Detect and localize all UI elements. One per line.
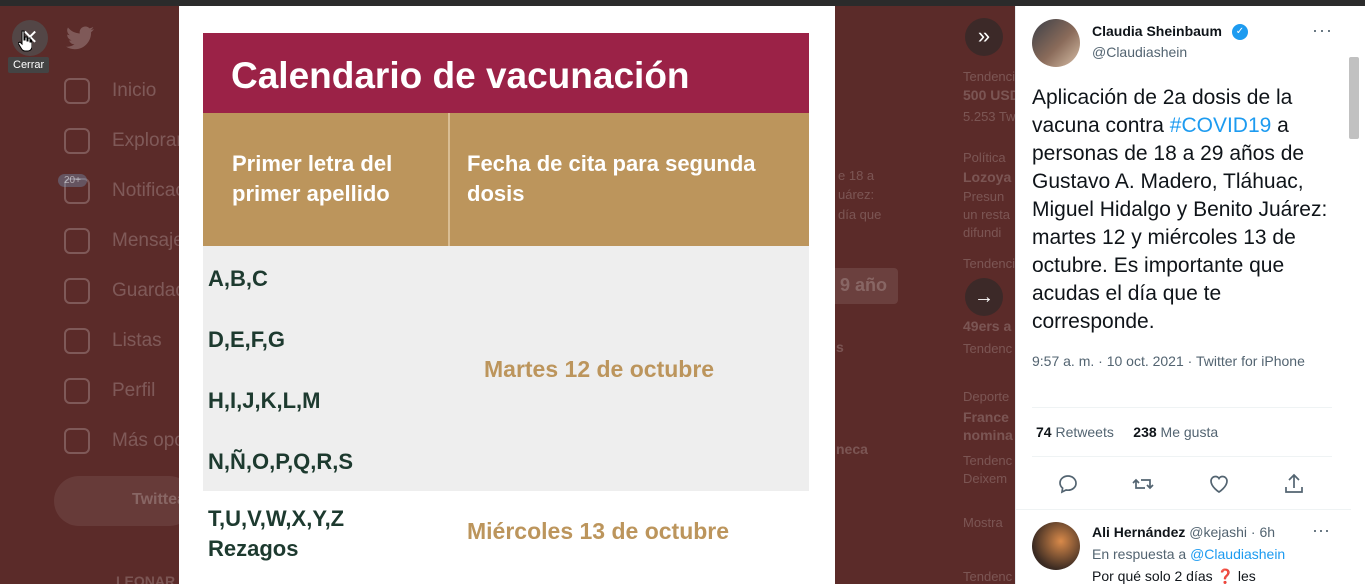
divider: [1032, 407, 1332, 408]
trend-sub: Presun un resta difundi: [963, 189, 1010, 240]
likes-count: 238: [1133, 424, 1157, 440]
bookmark-icon: [64, 278, 90, 304]
nav-label: Listas: [112, 330, 162, 351]
reply-text-part: Por qué solo 2 días: [1092, 568, 1217, 584]
letter-group: N,Ñ,O,P,Q,R,S: [208, 449, 354, 474]
twitter-logo-icon: [66, 26, 94, 50]
trend-category: Deporte: [963, 389, 1010, 404]
trend-sub: 5.253 Tw: [963, 109, 1015, 124]
nav-item-profile[interactable]: Perfil: [64, 378, 155, 404]
like-heart-icon[interactable]: [1207, 472, 1231, 496]
reply-more-options-icon[interactable]: ···: [1312, 520, 1330, 541]
nav-label: Explorar: [112, 130, 183, 151]
letter-group: A,B,C: [208, 266, 268, 291]
hashtag-link[interactable]: #COVID19: [1170, 114, 1272, 137]
bg-fragment: día que: [838, 207, 882, 222]
letter-group: T,U,V,W,X,Y,Z: [208, 506, 345, 531]
tweet-text-part: a personas de 18 a 29 años de Gustavo A.…: [1032, 114, 1328, 333]
share-icon[interactable]: [1282, 472, 1306, 496]
nav-label: Perfil: [112, 380, 156, 401]
reply-icon[interactable]: [1056, 472, 1080, 496]
reply-author-name: Ali Hernández: [1092, 524, 1186, 540]
bg-fragment: 9 año: [830, 268, 898, 304]
in-reply-to: En respuesta a @Claudiashein: [1092, 546, 1285, 562]
account-label: LEONAR: [116, 573, 176, 584]
author-handle[interactable]: @Claudiashein: [1092, 44, 1187, 60]
in-reply-handle-link[interactable]: @Claudiashein: [1190, 546, 1285, 562]
bg-fragment: e 18 a: [838, 168, 875, 183]
tweet-compose-button[interactable]: Twittear: [54, 476, 194, 526]
scrollbar-thumb[interactable]: [1349, 57, 1359, 139]
verified-badge-icon: ✓: [1232, 24, 1248, 40]
next-image-button[interactable]: →: [965, 278, 1003, 316]
nav-label: Inicio: [112, 80, 157, 101]
date-first: Martes 12 de octubre: [484, 356, 715, 382]
retweets-stat[interactable]: 74 Retweets: [1036, 424, 1114, 440]
letter-group: Rezagos: [208, 536, 299, 561]
trend-title[interactable]: Lozoya: [963, 168, 1011, 186]
close-tooltip: Cerrar: [8, 57, 50, 73]
trend-sub: Tendenc: [963, 341, 1013, 356]
trend-title[interactable]: 500 USD: [963, 86, 1015, 104]
bg-fragment: neca: [836, 441, 868, 457]
calendar-column-headers: Primer letra del primer apellido Fecha d…: [203, 113, 809, 246]
reply-item[interactable]: Ali Hernández @kejashi · 6h ··· En respu…: [1016, 509, 1351, 584]
trend-category: Política: [963, 150, 1006, 165]
retweets-count: 74: [1036, 424, 1052, 440]
trend-sub: Tendenc Deixem: [963, 453, 1013, 486]
mail-icon: [64, 228, 90, 254]
calendar-title: Calendario de vacunación: [203, 33, 809, 113]
double-chevron-right-icon: »: [977, 23, 991, 48]
divider: [1032, 456, 1332, 457]
nav-item-home[interactable]: Inicio: [64, 78, 156, 104]
date-second: Miércoles 13 de octubre: [467, 518, 730, 544]
expand-panel-button[interactable]: »: [965, 18, 1003, 56]
in-reply-prefix: En respuesta a: [1092, 546, 1191, 562]
nav-item-messages[interactable]: Mensajes: [64, 228, 193, 254]
tweet-image: Calendario de vacunación Primer letra de…: [179, 6, 835, 584]
arrow-right-icon: →: [974, 286, 994, 308]
tweet-timestamp[interactable]: 9:57 a. m. · 10 oct. 2021 · Twitter for …: [1032, 351, 1312, 371]
tweet-actions: [1056, 472, 1306, 496]
tweet-detail-panel: Claudia Sheinbaum ✓ @Claudiashein ··· Ap…: [1015, 6, 1365, 584]
reply-text-part: les: [1233, 568, 1256, 584]
hashtag-icon: [64, 128, 90, 154]
letter-group: D,E,F,G: [208, 327, 286, 352]
tweet-text: Aplicación de 2a dosis de la vacuna cont…: [1032, 84, 1342, 336]
nav-item-lists[interactable]: Listas: [64, 328, 162, 354]
trend-title[interactable]: France nomina: [963, 408, 1013, 444]
letter-group: H,I,J,K,L,M: [208, 388, 321, 413]
author-avatar[interactable]: [1032, 19, 1080, 67]
bg-fragment: uárez:: [838, 187, 875, 202]
reply-text: Por qué solo 2 días ❓ les: [1092, 568, 1256, 584]
tweet-stats: 74 Retweets 238 Me gusta: [1036, 424, 1218, 440]
bg-fragment: s: [836, 339, 844, 355]
question-mark-icon: ❓: [1216, 568, 1234, 584]
likes-label: Me gusta: [1160, 424, 1219, 440]
column-header-date: Fecha de cita para segunda dosis: [467, 151, 756, 206]
more-circle-icon: [64, 428, 90, 454]
reply-avatar[interactable]: [1032, 522, 1080, 570]
likes-stat[interactable]: 238 Me gusta: [1133, 424, 1218, 440]
column-header-letters: Primer letra del primer apellido: [203, 113, 450, 246]
reply-handle-time: @kejashi · 6h: [1189, 524, 1276, 540]
list-icon: [64, 328, 90, 354]
trend-title[interactable]: 49ers a: [963, 317, 1011, 335]
reply-author[interactable]: Ali Hernández @kejashi · 6h: [1092, 524, 1275, 540]
notification-badge: 20+: [58, 174, 87, 187]
user-icon: [64, 378, 90, 404]
nav-item-explore[interactable]: Explorar: [64, 128, 183, 154]
hand-cursor-icon: [18, 30, 32, 52]
home-icon: [64, 78, 90, 104]
trend-category: Tendencia: [963, 256, 1015, 271]
author-name[interactable]: Claudia Sheinbaum: [1092, 23, 1222, 39]
trend-category: Tendencia: [963, 69, 1015, 84]
show-more-link[interactable]: Mostra: [963, 514, 1003, 532]
retweets-label: Retweets: [1055, 424, 1114, 440]
retweet-icon[interactable]: [1131, 472, 1155, 496]
trend-category: Tendenc: [963, 569, 1013, 584]
more-options-icon[interactable]: ···: [1312, 20, 1333, 41]
